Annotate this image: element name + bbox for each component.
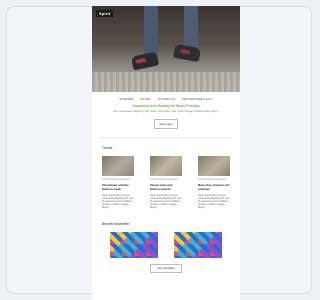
brand-logo: Spirit xyxy=(96,10,114,17)
hero-ground xyxy=(92,72,240,92)
hero-leg-left xyxy=(144,6,158,58)
hero-leg-right xyxy=(184,6,198,50)
article-excerpt: Lorem ipsum dolor sit amet, consectetur … xyxy=(150,194,182,209)
promo-image-right[interactable] xyxy=(174,231,222,258)
article-headline[interactable]: New shoe releases for summer xyxy=(198,184,230,191)
article-thumbnail[interactable] xyxy=(102,156,134,177)
promo-images xyxy=(110,231,222,258)
article-excerpt: Lorem ipsum dolor sit amet, consectetur … xyxy=(198,194,230,209)
article-cards: London fashion week 2017 Streetwear and … xyxy=(102,156,230,209)
article-excerpt: Lorem ipsum dolor sit amet, consectetur … xyxy=(102,194,134,209)
article-meta: London fashion week 2017 xyxy=(198,178,227,182)
article-card[interactable]: London fashion week 2017 Streetwear and … xyxy=(102,156,134,209)
promo-text: Sed, consectetur adipiscing elit. Dolor … xyxy=(113,110,219,113)
nav-item-sport[interactable]: SPORT xyxy=(140,97,151,101)
email-nav: SUMMER SPORT STUDENTS PROGRAMMES 2017 xyxy=(92,97,240,101)
section-title-trends: Trends xyxy=(102,146,113,151)
promo-title: Dandelion and Holiday to Music Festival xyxy=(132,104,200,108)
article-meta: London fashion week 2017 xyxy=(102,178,131,182)
nav-item-programmes[interactable]: PROGRAMMES 2017 xyxy=(182,97,213,101)
join-newsletter-button[interactable]: Join newsletter xyxy=(150,263,182,273)
article-headline[interactable]: Streetwear and the fashion week xyxy=(102,184,134,191)
nav-item-students[interactable]: STUDENTS xyxy=(158,97,175,101)
email-preview: Spirit SUMMER SPORT STUDENTS PROGRAMMES … xyxy=(92,6,240,300)
article-thumbnail[interactable] xyxy=(150,156,182,177)
section-title-newsletter: Benefit Newsletter xyxy=(102,221,130,226)
divider xyxy=(100,137,232,139)
view-more-button[interactable]: View more xyxy=(154,119,178,130)
promo-image-left[interactable] xyxy=(110,231,158,258)
nav-item-summer[interactable]: SUMMER xyxy=(119,97,133,101)
article-card[interactable]: London fashion week 2017 Street style an… xyxy=(150,156,182,209)
article-thumbnail[interactable] xyxy=(198,156,230,177)
article-card[interactable]: London fashion week 2017 New shoe releas… xyxy=(198,156,230,209)
article-headline[interactable]: Street style and fashion trends xyxy=(150,184,182,191)
article-meta: London fashion week 2017 xyxy=(150,178,179,182)
hero-image: Spirit xyxy=(92,6,240,92)
hero-shoe-left xyxy=(130,51,160,71)
